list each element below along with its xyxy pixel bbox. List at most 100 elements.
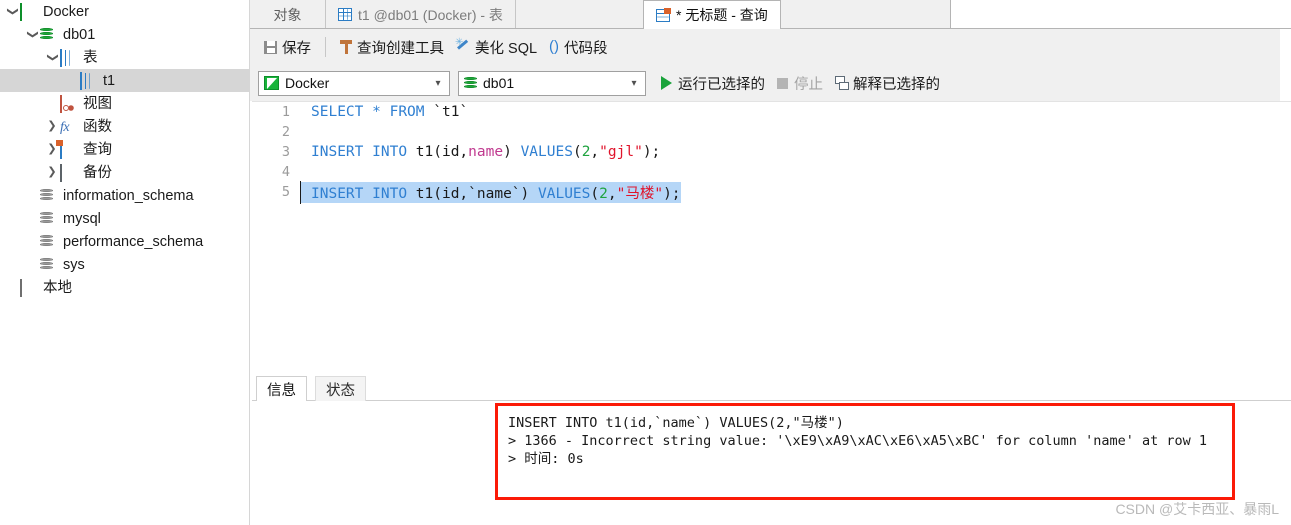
tree-item-label: t1 [103,72,116,89]
play-icon [661,76,672,90]
query-icon [656,8,671,22]
line-number: 1 [281,104,290,120]
chevron-down-icon: ▾ [435,77,441,89]
chevron-down-icon[interactable]: ❯ [47,50,59,66]
object-tree-sidebar[interactable]: ❯ Docker ❯ db01 ❯ 表 t1 视图 ❯ fx 函数 ❯ 查询 ❯ 备份 informat… [0,0,250,525]
message-line: > 1366 - Incorrect string value: '\xE9\x… [508,433,1207,449]
line-number: 5 [281,184,290,200]
run-selected-label: 运行已选择的 [678,76,765,93]
code-snippet-label: 代码段 [564,40,608,57]
query-builder-icon [340,40,352,54]
tree-item-information_schema[interactable]: information_schema [0,184,249,207]
tree-item-label: 本地 [43,279,72,296]
database-gray-icon [40,188,58,204]
tree-item-[interactable]: 视图 [0,92,249,115]
code-line[interactable]: 1 SELECT * FROM `t1` [252,102,1291,122]
connection-icon [20,2,38,21]
explain-selected-button[interactable]: 解释已选择的 [830,70,945,96]
tree-item-label: performance_schema [63,233,204,250]
table-icon [80,71,98,90]
run-selected-button[interactable]: 运行已选择的 [656,70,770,96]
tree-item-Docker[interactable]: ❯ Docker [0,0,249,23]
table-icon [338,8,352,21]
tab-query-untitled[interactable]: * 无标题 - 查询 [643,0,781,29]
execution-toolbar: Docker ▾ db01 ▾ 运行已选择的 停止 解释已选择的 [250,65,1280,101]
sql-editor[interactable]: 1 SELECT * FROM `t1` 2 3 INSERT INTO t1(id,… [252,101,1291,373]
parentheses-icon: () [549,38,560,55]
code-line[interactable]: 4 [252,162,1291,182]
code-snippet-button[interactable]: () 代码段 [543,34,614,60]
tree-item-[interactable]: ❯ 备份 [0,161,249,184]
line-number: 4 [281,164,290,180]
tab-info-label: 信息 [267,382,296,399]
tree-item-label: 备份 [83,164,112,181]
connection-icon [264,76,279,90]
app-window: ❯ Docker ❯ db01 ❯ 表 t1 视图 ❯ fx 函数 ❯ 查询 ❯ 备份 informat… [0,0,1291,525]
function-fx-icon: fx [60,119,70,135]
code-line[interactable]: 3 INSERT INTO t1(id,name) VALUES(2,"gjl")… [252,142,1291,162]
tree-item-mysql[interactable]: mysql [0,207,249,230]
message-output-box: INSERT INTO t1(id,`name`) VALUES(2,"马楼")… [495,403,1235,500]
tab-table-t1-label: t1 @db01 (Docker) - 表 [358,6,503,23]
tab-status[interactable]: 状态 [315,376,366,401]
beautify-sql-button[interactable]: 美化 SQL [450,34,543,60]
stop-label: 停止 [794,76,823,93]
connection-select[interactable]: Docker ▾ [258,70,450,96]
line-number: 3 [281,144,290,160]
tree-container: ❯ Docker ❯ db01 ❯ 表 t1 视图 ❯ fx 函数 ❯ 查询 ❯ 备份 informat… [0,0,249,299]
message-line: > 时间: 0s [508,451,584,467]
tree-item-label: 查询 [83,141,112,158]
tree-item-db01[interactable]: ❯ db01 [0,23,249,46]
query-builder-button[interactable]: 查询创建工具 [334,34,450,60]
tree-item-label: information_schema [63,187,194,204]
chevron-down-icon[interactable]: ❯ [7,4,19,20]
connection-select-value: Docker [285,75,330,91]
result-tab-underline [252,400,1291,401]
tree-item-performance_schema[interactable]: performance_schema [0,230,249,253]
code-line[interactable]: 5 INSERT INTO t1(id,`name`) VALUES(2,"马楼"… [252,180,1291,204]
backup-icon [60,163,78,182]
code-line-text: SELECT * FROM `t1` [311,104,469,120]
code-line[interactable]: 2 [252,122,1291,142]
tab-info[interactable]: 信息 [256,376,307,401]
query-toolbar: 保存 查询创建工具 美化 SQL () 代码段 [250,29,1280,65]
chevron-down-icon[interactable]: ❯ [27,27,39,43]
tree-item-[interactable]: ❯ fx 函数 [0,115,249,138]
tabstrip-right-filler [950,0,1291,29]
tab-objects[interactable]: 对象 [250,0,326,29]
save-button[interactable]: 保存 [258,34,317,60]
tab-query-untitled-label: * 无标题 - 查询 [676,7,768,23]
tree-item-t1[interactable]: t1 [0,69,249,92]
code-line-text: INSERT INTO t1(id,`name`) VALUES(2,"马楼")… [300,180,681,204]
tree-item-label: 视图 [83,95,112,112]
database-gray-icon [40,234,58,250]
query-icon [60,140,78,159]
tree-item-[interactable]: ❯ 查询 [0,138,249,161]
tree-item-sys[interactable]: sys [0,253,249,276]
message-line: INSERT INTO t1(id,`name`) VALUES(2,"马楼") [508,415,844,431]
beautify-sql-label: 美化 SQL [475,40,538,57]
chevron-right-icon[interactable]: ❯ [44,121,60,132]
watermark: CSDN @艾卡西亚、暴雨L [1115,501,1279,517]
tree-item-[interactable]: ❯ 表 [0,46,249,69]
database-gray-icon [40,257,58,273]
tab-table-t1[interactable]: t1 @db01 (Docker) - 表 [326,0,516,29]
tree-item-label: db01 [63,26,96,43]
code-line-text: INSERT INTO t1(id,name) VALUES(2,"gjl"); [311,144,661,160]
chevron-right-icon[interactable]: ❯ [44,167,60,178]
database-select[interactable]: db01 ▾ [458,70,646,96]
database-green-icon [464,76,477,91]
tree-item-label: 函数 [83,118,112,135]
tree-item-label: sys [63,256,85,273]
tree-item-label: mysql [63,210,101,227]
tree-item-[interactable]: 本地 [0,276,249,299]
line-number: 2 [281,124,290,140]
tree-item-label: 表 [83,49,98,66]
save-icon [264,40,277,54]
